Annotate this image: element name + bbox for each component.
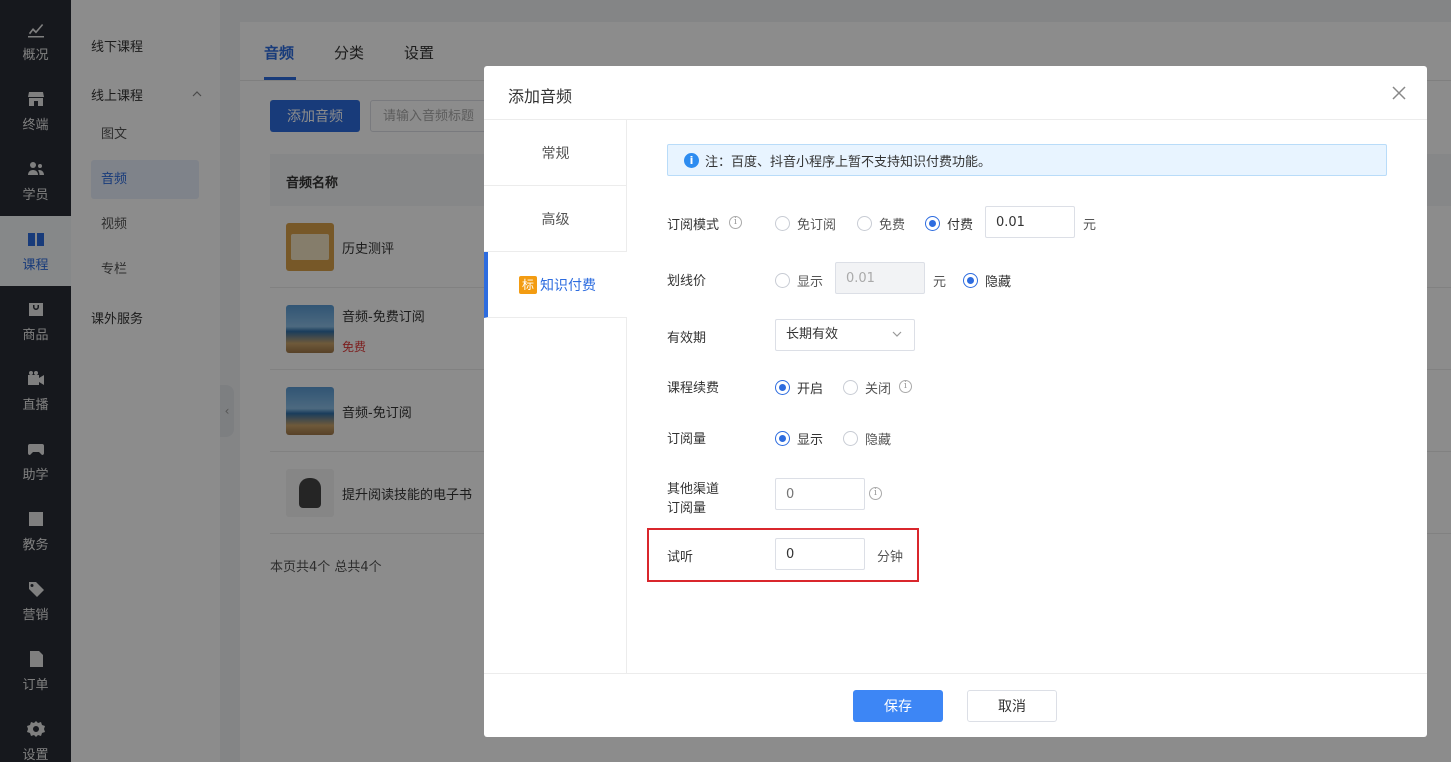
- side-tab-paid-knowledge[interactable]: 标 知识付费: [484, 252, 627, 318]
- radio-circle: [925, 216, 940, 231]
- strike-price-label: 划线价: [667, 274, 707, 289]
- other-channel-label-line2: 订阅量: [667, 501, 707, 516]
- radio-circle: [963, 273, 978, 288]
- price-input[interactable]: [985, 206, 1075, 238]
- subscribe-mode-label: 订阅模式: [667, 218, 720, 233]
- info-icon: i: [684, 152, 699, 168]
- other-channel-label-line1: 其他渠道: [667, 482, 720, 497]
- radio-circle: [775, 431, 790, 446]
- paid-tag-icon: 标: [519, 275, 537, 294]
- close-icon[interactable]: [1389, 83, 1409, 103]
- dialog-title: 添加音频: [508, 87, 573, 106]
- trial-unit: 分钟: [877, 550, 904, 565]
- radio-strike-hide[interactable]: 隐藏: [963, 271, 1011, 290]
- radio-label: 隐藏: [865, 433, 892, 448]
- radio-label: 付费: [947, 218, 974, 233]
- info-icon[interactable]: i: [729, 216, 742, 229]
- validity-value: 长期有效: [786, 327, 839, 342]
- radio-circle: [843, 431, 858, 446]
- radio-strike-show[interactable]: 显示: [775, 271, 823, 290]
- add-audio-dialog: 添加音频 常规 高级 标 知识付费 i 注：百度、抖音小程序上暂不支持知识付费功…: [484, 66, 1427, 737]
- radio-free[interactable]: 免费: [857, 214, 905, 233]
- info-icon[interactable]: i: [869, 487, 882, 500]
- info-icon[interactable]: i: [899, 380, 912, 393]
- validity-label: 有效期: [667, 331, 707, 346]
- radio-label: 开启: [797, 382, 824, 397]
- radio-circle: [843, 380, 858, 395]
- radio-circle: [775, 380, 790, 395]
- price-unit: 元: [1083, 218, 1097, 233]
- validity-select[interactable]: 长期有效: [775, 319, 915, 351]
- side-tab-label: 常规: [541, 145, 570, 162]
- strike-price-unit: 元: [933, 275, 947, 290]
- trial-label: 试听: [667, 550, 694, 565]
- dialog-footer: 保存 取消: [484, 673, 1427, 737]
- radio-renewal-on[interactable]: 开启: [775, 378, 823, 397]
- subscription-count-label: 订阅量: [667, 432, 707, 447]
- strike-price-input[interactable]: [835, 262, 925, 294]
- notice-banner: i 注：百度、抖音小程序上暂不支持知识付费功能。: [667, 144, 1387, 176]
- notice-text: 注：百度、抖音小程序上暂不支持知识付费功能。: [705, 154, 992, 170]
- cancel-button[interactable]: 取消: [967, 690, 1057, 722]
- radio-no-subscribe[interactable]: 免订阅: [775, 214, 836, 233]
- radio-circle: [775, 216, 790, 231]
- renewal-label: 课程续费: [667, 381, 720, 396]
- dialog-header: 添加音频: [484, 66, 1427, 120]
- chevron-down-icon: [892, 331, 902, 337]
- radio-label: 免订阅: [797, 218, 837, 233]
- side-tab-label: 高级: [541, 211, 570, 228]
- dialog-side-tabs: 常规 高级 标 知识付费: [484, 120, 627, 673]
- save-button[interactable]: 保存: [853, 690, 943, 722]
- radio-label: 显示: [797, 275, 824, 290]
- other-channel-input[interactable]: [775, 478, 865, 510]
- radio-count-show[interactable]: 显示: [775, 429, 823, 448]
- radio-renewal-off[interactable]: 关闭: [843, 378, 891, 397]
- radio-paid[interactable]: 付费: [925, 214, 973, 233]
- side-tab-label: 知识付费: [540, 277, 596, 294]
- radio-label: 隐藏: [985, 275, 1012, 290]
- radio-label: 免费: [879, 218, 906, 233]
- radio-label: 显示: [797, 433, 824, 448]
- radio-circle: [775, 273, 790, 288]
- side-tab-general[interactable]: 常规: [484, 120, 627, 186]
- radio-label: 关闭: [865, 382, 892, 397]
- radio-count-hide[interactable]: 隐藏: [843, 429, 891, 448]
- side-tab-advanced[interactable]: 高级: [484, 186, 627, 252]
- trial-minutes-input[interactable]: [775, 538, 865, 570]
- radio-circle: [857, 216, 872, 231]
